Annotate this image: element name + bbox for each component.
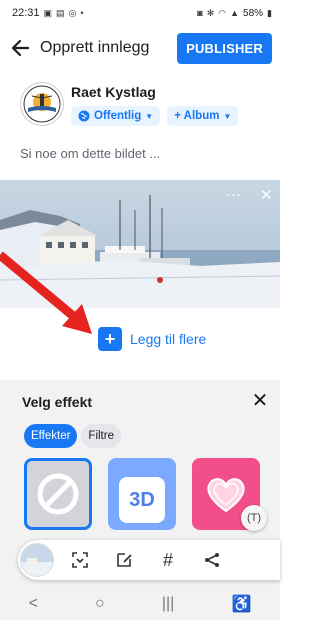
publish-button[interactable]: PUBLISHER: [177, 32, 272, 64]
bluetooth-icon: ✻: [206, 7, 215, 18]
add-more-button[interactable]: + Legg til flere: [98, 327, 206, 351]
tag-edit-icon[interactable]: [106, 542, 142, 578]
text-tool-icon[interactable]: (T): [241, 505, 267, 531]
avatar[interactable]: [20, 82, 64, 126]
top-bar: Opprett innlegg PUBLISHER: [0, 28, 280, 68]
tab-filters[interactable]: Filtre: [81, 424, 121, 448]
status-bar: 22:31 ▣ ▤ ◎ • ◙ ✻ ◠ ▲ 58% ▮: [0, 0, 280, 26]
page-title: Opprett innlegg: [40, 39, 150, 56]
globe-icon: [78, 110, 90, 122]
alarm-icon: ◙: [197, 7, 203, 18]
no-effect-icon: [37, 473, 79, 515]
red-annotation-arrow: [0, 251, 92, 334]
audience-chips: Offentlig ▼ + Album ▼: [71, 106, 239, 126]
hashtag-icon[interactable]: #: [150, 542, 186, 578]
status-time: 22:31: [12, 7, 40, 19]
photo-thumbnail[interactable]: [20, 543, 54, 577]
remove-photo-icon[interactable]: ✕: [260, 186, 273, 204]
bottom-toolbar: #: [18, 540, 280, 580]
post-text-input[interactable]: Si noe om dette bildet ...: [20, 146, 160, 161]
accessibility-icon[interactable]: ♿: [231, 594, 251, 614]
back-arrow-icon[interactable]: [6, 34, 34, 62]
nav-home-icon[interactable]: ○: [95, 595, 105, 613]
caret-down-icon: ▼: [145, 111, 154, 121]
3d-icon: 3D: [119, 477, 165, 523]
close-icon[interactable]: ✕: [248, 388, 272, 412]
effect-none-tile[interactable]: [24, 458, 92, 530]
battery-percent: 58%: [243, 7, 264, 19]
lighthouse-logo-icon: [23, 85, 61, 123]
nav-back-icon[interactable]: <: [29, 595, 38, 613]
tab-effects[interactable]: Effekter: [24, 424, 78, 448]
caret-down-icon: ▼: [223, 111, 232, 121]
profile-info: Raet Kystlag Offentlig ▼ + Album ▼: [71, 82, 239, 126]
share-icon[interactable]: [194, 542, 230, 578]
more-options-icon[interactable]: ···: [226, 186, 241, 203]
wifi-icon: ◠: [218, 7, 227, 18]
gallery-notification-icon: ▣: [43, 7, 53, 18]
privacy-dropdown[interactable]: Offentlig ▼: [71, 106, 161, 126]
add-more-label: Legg til flere: [130, 331, 207, 347]
dot-icon: •: [80, 7, 84, 18]
nav-recents-icon[interactable]: |||: [162, 595, 174, 613]
privacy-label: Offentlig: [94, 110, 142, 122]
status-left: 22:31 ▣ ▤ ◎ •: [12, 7, 84, 19]
status-right: ◙ ✻ ◠ ▲ 58% ▮: [197, 8, 272, 19]
signal-icon: ▲: [230, 7, 240, 18]
profile-row: Raet Kystlag Offentlig ▼ + Album ▼: [20, 82, 239, 126]
album-dropdown[interactable]: + Album ▼: [167, 106, 239, 126]
crop-scan-icon[interactable]: [62, 542, 98, 578]
effect-3d-tile[interactable]: 3D: [108, 458, 176, 530]
system-nav-bar: < ○ ||| ♿: [0, 588, 280, 620]
battery-icon: ▮: [267, 7, 272, 18]
add-media-icon: +: [98, 327, 122, 351]
effects-tabs: Effekter Filtre: [24, 424, 121, 448]
thumbnail-image: [21, 544, 53, 576]
effect-tiles: 3D: [24, 458, 260, 530]
profile-name: Raet Kystlag: [71, 84, 156, 100]
album-label: + Album: [174, 110, 220, 122]
effects-title: Velg effekt: [22, 394, 93, 410]
whatsapp-notification-icon: ◎: [68, 7, 77, 18]
message-notification-icon: ▤: [56, 7, 65, 18]
effects-panel: Velg effekt ✕ Effekter Filtre 3D (T): [0, 380, 280, 620]
